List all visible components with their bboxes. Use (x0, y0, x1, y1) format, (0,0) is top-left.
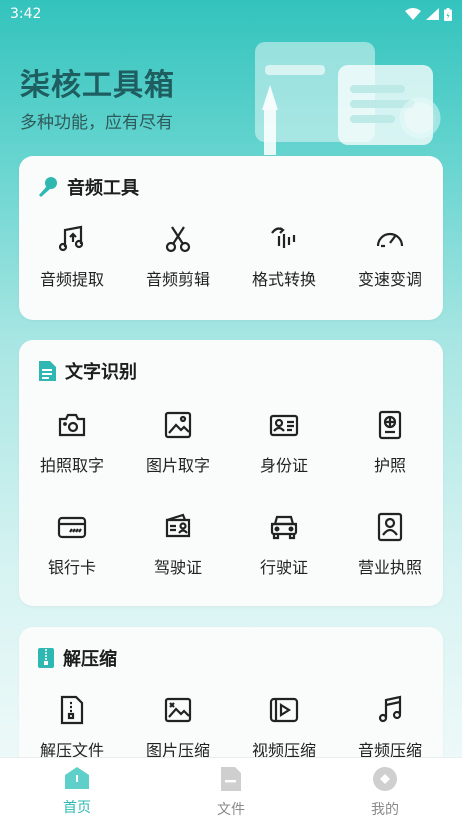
format-convert-button[interactable]: 格式转换 (231, 224, 337, 290)
profile-icon (373, 767, 397, 791)
bottom-tab-bar: 首页 文件 我的 (0, 757, 462, 821)
signal-icon (426, 8, 439, 20)
hero-illustration-icon (255, 42, 441, 155)
document-icon (39, 361, 56, 381)
tab-files[interactable]: 文件 (191, 766, 271, 819)
unzip-file-button[interactable]: 解压文件 (19, 695, 125, 761)
id-card-button[interactable]: 身份证 (231, 410, 337, 476)
convert-wave-icon (271, 227, 296, 248)
car-icon (270, 515, 298, 540)
wifi-icon (405, 8, 421, 20)
battery-icon (444, 7, 452, 21)
bank-card-icon (57, 516, 87, 539)
status-icons (405, 7, 452, 21)
camera-icon (58, 413, 86, 437)
scissors-icon (165, 226, 191, 253)
audio-extract-button[interactable]: 音频提取 (19, 224, 125, 290)
audio-clip-button[interactable]: 音频剪辑 (125, 224, 231, 290)
passport-button[interactable]: 护照 (337, 410, 443, 476)
audio-tools-card: 音频工具 音频提取 音频剪辑 格式转换 变速变调 (19, 156, 443, 320)
section-title: 音频工具 (67, 178, 139, 199)
app-title: 柒核工具箱 (20, 68, 175, 103)
microphone-icon (39, 177, 57, 197)
status-time: 3:42 (10, 6, 42, 22)
section-title: 文字识别 (65, 362, 137, 383)
app-subtitle: 多种功能，应有尽有 (20, 113, 173, 133)
status-bar: 3:42 (0, 0, 462, 28)
text-recognition-card: 文字识别 拍照取字 图片取字 身份证 护照 银行卡 驾驶证 行驶证 营业执照 (19, 340, 443, 606)
driver-license-icon (165, 513, 191, 538)
video-compress-button[interactable]: 视频压缩 (231, 695, 337, 761)
bank-card-button[interactable]: 银行卡 (19, 512, 125, 578)
image-ocr-button[interactable]: 图片取字 (125, 410, 231, 476)
vehicle-license-button[interactable]: 行驶证 (231, 512, 337, 578)
zip-document-icon (60, 695, 84, 725)
passport-icon (378, 410, 402, 440)
file-icon (221, 767, 241, 791)
image-compress-icon (164, 697, 192, 723)
audio-compress-button[interactable]: 音频压缩 (337, 695, 443, 761)
id-card-icon (269, 414, 299, 437)
photo-ocr-button[interactable]: 拍照取字 (19, 410, 125, 476)
speed-pitch-button[interactable]: 变速变调 (337, 224, 443, 290)
section-title: 解压缩 (63, 649, 117, 670)
image-icon (164, 411, 192, 439)
tab-mine[interactable]: 我的 (345, 766, 425, 819)
driver-license-button[interactable]: 驾驶证 (125, 512, 231, 578)
business-license-icon (377, 512, 403, 542)
music-icon (378, 695, 402, 723)
music-note-icon (58, 225, 84, 252)
video-icon (269, 697, 299, 723)
tab-home[interactable]: 首页 (37, 766, 117, 817)
zip-file-icon (38, 648, 54, 668)
image-compress-button[interactable]: 图片压缩 (125, 695, 231, 761)
compression-card: 解压缩 解压文件 图片压缩 视频压缩 音频压缩 (19, 627, 443, 777)
business-license-button[interactable]: 营业执照 (337, 512, 443, 578)
home-icon (65, 767, 89, 789)
speedometer-icon (376, 232, 404, 248)
